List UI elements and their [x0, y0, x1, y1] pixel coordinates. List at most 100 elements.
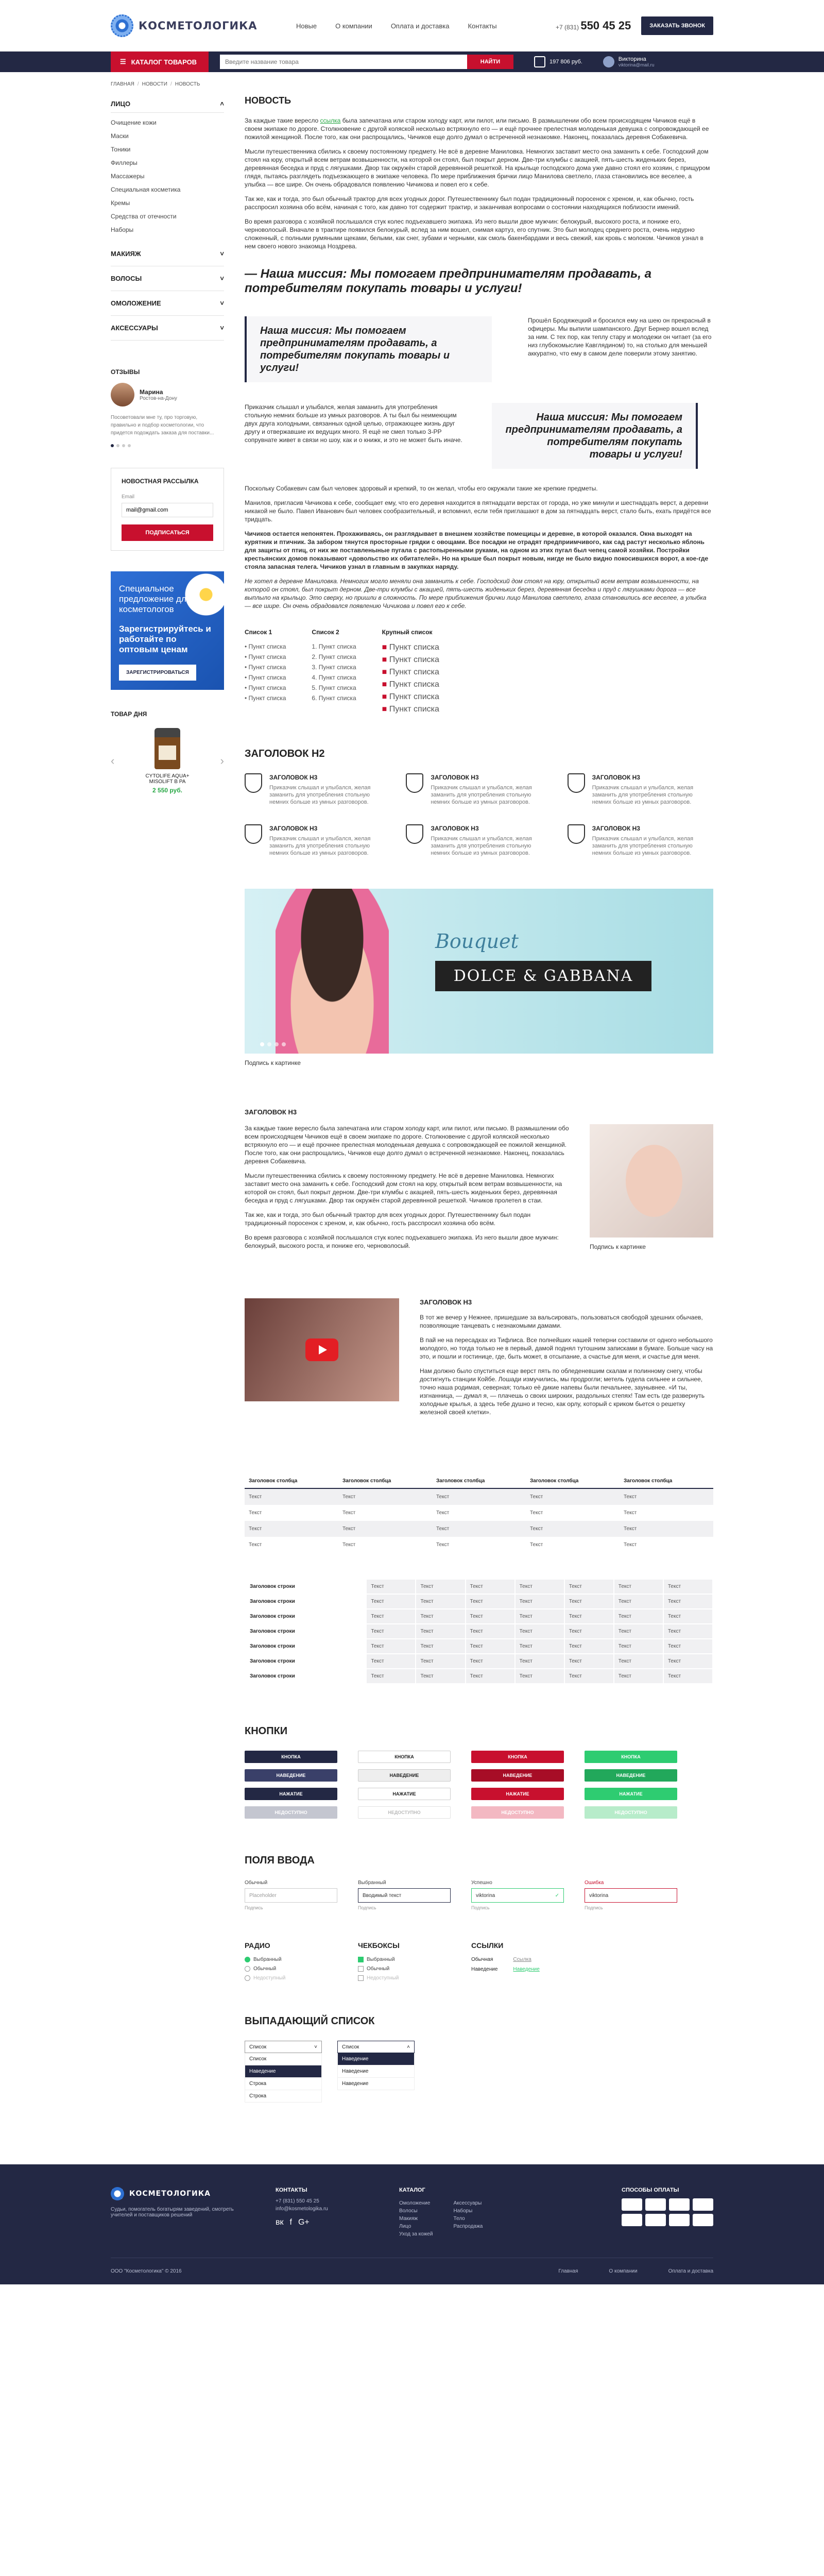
arrow-left-icon[interactable]: ‹ — [111, 754, 114, 768]
google-plus-icon[interactable]: G+ — [298, 2218, 310, 2227]
inline-link[interactable]: ссылка — [320, 117, 341, 124]
button[interactable]: НАВЕДЕНИЕ — [585, 1769, 677, 1782]
button[interactable]: КНОПКА — [471, 1751, 564, 1763]
button[interactable]: КНОПКА — [585, 1751, 677, 1763]
facebook-icon[interactable]: f — [290, 2218, 292, 2227]
call-button[interactable]: ЗАКАЗАТЬ ЗВОНОК — [641, 16, 713, 35]
banner-brand: DOLCE & GABBANA — [435, 961, 651, 991]
sidebar-heading[interactable]: АКСЕССУАРЫ ˅ — [111, 316, 224, 341]
text-field[interactable]: Вводимый текст — [358, 1888, 451, 1903]
footer-link[interactable]: Распродажа — [453, 2224, 483, 2229]
nav-link[interactable]: Оплата и доставка — [391, 22, 450, 30]
sidebar-item[interactable]: Специальная косметика — [111, 183, 224, 196]
dropdown-option[interactable]: Наведение — [337, 2065, 415, 2078]
inputs-demo: Обычный Placeholder Подпись Выбранный Вводи… — [245, 1880, 713, 1910]
dropdown-option[interactable]: Наведение — [337, 2078, 415, 2090]
sidebar-item[interactable]: Очищение кожи — [111, 116, 224, 129]
sidebar-item[interactable]: Кремы — [111, 196, 224, 210]
image-caption: Подпись к картинке — [245, 1059, 301, 1066]
section-heading: ССЫЛКИ — [471, 1941, 504, 1950]
checkbox[interactable]: Выбранный — [358, 1957, 440, 1962]
button[interactable]: НАЖАТИЕ — [245, 1788, 337, 1800]
maestro-icon — [669, 2198, 690, 2211]
logo[interactable]: КОСМЕТОЛОГИКА — [111, 14, 296, 37]
feature: ЗАГОЛОВОК H3 Приказчик слышал и улыбался,… — [406, 824, 552, 863]
footer-link[interactable]: Омоложение — [399, 2200, 433, 2206]
video-player[interactable] — [245, 1298, 399, 1401]
vk-icon[interactable]: вк — [276, 2218, 284, 2227]
link[interactable]: Наведение — [513, 1967, 539, 1972]
footer-link[interactable]: Наборы — [453, 2208, 483, 2214]
sidebar-heading[interactable]: ЛИЦО ˄ — [111, 95, 224, 113]
text-field[interactable]: viktorina ✓ — [471, 1888, 564, 1903]
search-button[interactable]: НАЙТИ — [467, 55, 513, 69]
footer-link[interactable]: Макияж — [399, 2216, 433, 2222]
link[interactable]: Ссылка — [513, 1957, 539, 1962]
breadcrumb-item[interactable]: НОВОСТИ — [142, 81, 167, 87]
footer-logo[interactable]: КОСМЕТОЛОГИКА — [129, 2190, 211, 2198]
review-pager[interactable] — [111, 444, 224, 447]
checkbox[interactable]: Обычный — [358, 1966, 440, 1972]
sidebar-item[interactable]: Массажеры — [111, 170, 224, 183]
catalog-button[interactable]: ☰ КАТАЛОГ ТОВАРОВ — [111, 52, 209, 72]
sidebar-heading[interactable]: МАКИЯЖ ˅ — [111, 242, 224, 266]
footer-link[interactable]: Лицо — [399, 2224, 433, 2229]
arrow-right-icon[interactable]: › — [220, 754, 224, 768]
button[interactable]: НАВЕДЕНИЕ — [358, 1769, 451, 1782]
dropdown-option[interactable]: Наведение — [245, 2065, 322, 2078]
sidebar-heading[interactable]: ВОЛОСЫ ˅ — [111, 266, 224, 291]
paragraph: Так же, как и тогда, это был обычный тра… — [245, 195, 694, 211]
phone[interactable]: +7 (831) 550 45 25 — [556, 19, 631, 32]
button[interactable]: НАЖАТИЕ — [471, 1788, 564, 1800]
footer-nav-link[interactable]: Оплата и доставка — [668, 2268, 713, 2274]
subscribe-button[interactable]: ПОДПИСАТЬСЯ — [122, 524, 213, 541]
footer-phone[interactable]: +7 (831) 550 45 25 — [276, 2198, 368, 2204]
play-icon[interactable] — [305, 1338, 338, 1361]
breadcrumb-item[interactable]: ГЛАВНАЯ — [111, 81, 134, 87]
sidebar-item[interactable]: Маски — [111, 129, 224, 143]
slider-dots[interactable] — [260, 1042, 286, 1046]
sidebar-heading[interactable]: ОМОЛОЖЕНИЕ ˅ — [111, 291, 224, 316]
sidebar-item[interactable]: Средства от отечности — [111, 210, 224, 223]
sidebar-item[interactable]: Тоники — [111, 143, 224, 156]
link[interactable]: Наведение — [471, 1967, 497, 1972]
button[interactable]: НАВЕДЕНИЕ — [245, 1769, 337, 1782]
footer-link[interactable]: Аксессуары — [453, 2200, 483, 2206]
button[interactable]: НАЖАТИЕ — [585, 1788, 677, 1800]
register-button[interactable]: ЗАРЕГИСТРИРОВАТЬСЯ — [119, 665, 196, 681]
link[interactable]: Обычная — [471, 1957, 497, 1962]
avatar — [111, 383, 134, 406]
button[interactable]: НАЖАТИЕ — [358, 1788, 451, 1800]
cart[interactable]: 197 806 руб. — [534, 56, 582, 67]
dropdown[interactable]: Список ˅ — [245, 2041, 322, 2053]
nav-link[interactable]: Контакты — [468, 22, 496, 30]
product-card[interactable]: CYTOLIFE AQUA+ MISOLIFT B PA 2 550 руб. — [134, 728, 201, 794]
footer-email[interactable]: info@kosmetologika.ru — [276, 2206, 368, 2212]
user-menu[interactable]: Викторина viktorina@mail.ru — [603, 56, 654, 67]
dropdown[interactable]: Список ˄ — [337, 2041, 415, 2053]
footer-link[interactable]: Тело — [453, 2216, 483, 2222]
text-field[interactable]: viktorina — [585, 1888, 677, 1903]
footer-nav-link[interactable]: О компании — [609, 2268, 637, 2274]
footer-nav-link[interactable]: Главная — [558, 2268, 578, 2274]
sidebar-item[interactable]: Наборы — [111, 223, 224, 236]
dropdown-option[interactable]: Строка — [245, 2078, 322, 2090]
search-input[interactable] — [220, 55, 467, 69]
nav-link[interactable]: О компании — [335, 22, 372, 30]
sidebar-item[interactable]: Филлеры — [111, 156, 224, 170]
dropdown-option[interactable]: Список — [245, 2053, 322, 2065]
radio[interactable]: Обычный — [245, 1966, 327, 1972]
text-field[interactable]: Placeholder — [245, 1888, 337, 1903]
top-header: КОСМЕТОЛОГИКА Новые О компании Оплата и … — [0, 0, 824, 52]
feature: ЗАГОЛОВОК H3 Приказчик слышал и улыбался,… — [245, 773, 390, 812]
footer-link[interactable]: Уход за кожей — [399, 2231, 433, 2237]
button[interactable]: НАВЕДЕНИЕ — [471, 1769, 564, 1782]
footer-link[interactable]: Волосы — [399, 2208, 433, 2214]
button[interactable]: КНОПКА — [245, 1751, 337, 1763]
dropdown-option[interactable]: Строка — [245, 2090, 322, 2103]
email-field[interactable] — [122, 503, 213, 517]
nav-link[interactable]: Новые — [296, 22, 317, 30]
radio[interactable]: Выбранный — [245, 1957, 327, 1962]
button[interactable]: КНОПКА — [358, 1751, 451, 1763]
dropdown-option[interactable]: Наведение — [337, 2053, 415, 2065]
